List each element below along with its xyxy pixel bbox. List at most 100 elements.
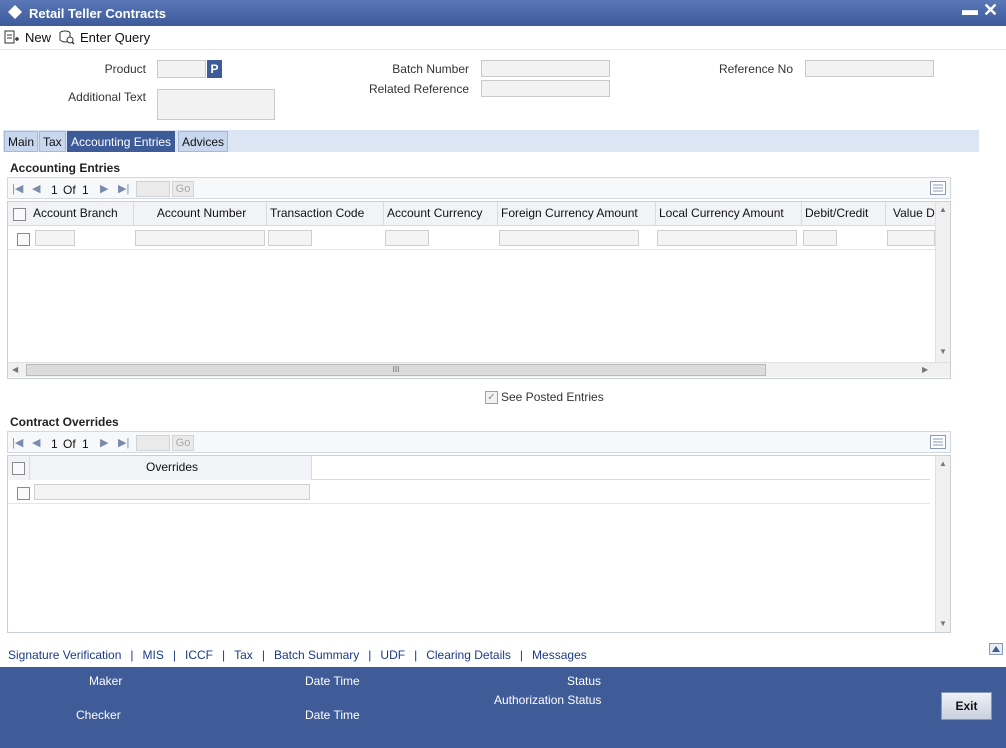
tab-tax[interactable]: Tax [39, 131, 66, 152]
grid-header: Account Branch Account Number Transactio… [8, 202, 935, 226]
select-all-checkbox[interactable] [13, 208, 26, 221]
page-number-input[interactable] [136, 181, 170, 197]
col-debit-credit[interactable]: Debit/Credit [802, 202, 886, 226]
batch-number-input[interactable] [481, 60, 610, 77]
select-all-checkbox[interactable] [12, 462, 25, 475]
additional-text-label: Additional Text [68, 90, 146, 104]
table-row [8, 480, 930, 504]
scroll-left-icon[interactable]: ◀ [12, 365, 18, 374]
col-account-currency[interactable]: Account Currency [384, 202, 498, 226]
link-mis[interactable]: MIS [143, 648, 164, 662]
col-overrides[interactable]: Overrides [30, 456, 312, 480]
link-iccf[interactable]: ICCF [185, 648, 213, 662]
accounting-pager: |◀ ◀ 1 Of 1 ▶ ▶| Go [7, 177, 951, 199]
minimize-icon[interactable]: ▬ [962, 2, 978, 20]
local-amount-cell[interactable] [657, 230, 797, 246]
grid-view-icon[interactable] [930, 435, 946, 449]
collapse-up-icon[interactable] [989, 643, 1003, 655]
account-number-cell[interactable] [135, 230, 265, 246]
link-signature-verification[interactable]: Signature Verification [8, 648, 121, 662]
debit-credit-cell[interactable] [803, 230, 837, 246]
col-account-branch[interactable]: Account Branch [30, 202, 134, 226]
prev-page-icon[interactable]: ◀ [32, 182, 40, 195]
horizontal-scrollbar[interactable]: ◀ III ▶ [8, 362, 950, 377]
audit-footer: Maker Date Time Status Authorization Sta… [0, 667, 1006, 748]
col-transaction-code[interactable]: Transaction Code [267, 202, 384, 226]
contract-overrides-grid: Overrides ▲ ▼ [7, 455, 951, 633]
checker-label: Checker [76, 708, 121, 722]
product-label: Product [104, 62, 146, 76]
next-page-icon[interactable]: ▶ [100, 436, 108, 449]
vertical-scrollbar[interactable]: ▲ ▼ [935, 202, 950, 362]
foreign-amount-cell[interactable] [499, 230, 639, 246]
account-branch-cell[interactable] [35, 230, 75, 246]
link-batch-summary[interactable]: Batch Summary [274, 648, 359, 662]
separator: | [261, 648, 265, 662]
pager-total: 1 [82, 437, 89, 451]
batch-number-label: Batch Number [392, 62, 469, 76]
link-messages[interactable]: Messages [532, 648, 587, 662]
related-reference-input[interactable] [481, 80, 610, 97]
tab-strip: Main Tax Accounting Entries Advices [3, 130, 979, 152]
see-posted-entries-checkbox[interactable]: ✓ [485, 391, 498, 404]
grid-view-icon[interactable] [930, 181, 946, 195]
link-clearing-details[interactable]: Clearing Details [426, 648, 511, 662]
scroll-up-icon[interactable]: ▲ [939, 459, 947, 468]
go-button[interactable]: Go [172, 181, 194, 197]
scroll-down-icon[interactable]: ▼ [939, 347, 947, 356]
col-local-currency-amount[interactable]: Local Currency Amount [656, 202, 802, 226]
next-page-icon[interactable]: ▶ [100, 182, 108, 195]
separator: | [519, 648, 524, 662]
page-number-input[interactable] [136, 435, 170, 451]
product-lov-button[interactable]: P [207, 60, 222, 78]
last-page-icon[interactable]: ▶| [118, 436, 129, 449]
new-document-icon [4, 30, 19, 43]
col-value-date[interactable]: Value D [886, 202, 935, 226]
scroll-right-icon[interactable]: ▶ [922, 365, 928, 374]
additional-text-input[interactable] [157, 89, 275, 120]
link-udf[interactable]: UDF [380, 648, 405, 662]
new-button[interactable]: New [4, 28, 51, 46]
scroll-down-icon[interactable]: ▼ [939, 619, 947, 628]
prev-page-icon[interactable]: ◀ [32, 436, 40, 449]
reference-no-input[interactable] [805, 60, 934, 77]
last-page-icon[interactable]: ▶| [118, 182, 129, 195]
value-date-cell[interactable] [887, 230, 935, 246]
scroll-up-icon[interactable]: ▲ [939, 205, 947, 214]
accounting-entries-grid: Account Branch Account Number Transactio… [7, 201, 951, 379]
close-icon[interactable]: ✕ [983, 0, 998, 21]
override-cell[interactable] [34, 484, 310, 500]
link-tax[interactable]: Tax [234, 648, 253, 662]
horizontal-scroll-thumb[interactable]: III [26, 364, 766, 376]
col-foreign-currency-amount[interactable]: Foreign Currency Amount [498, 202, 656, 226]
col-account-number[interactable]: Account Number [134, 202, 267, 226]
scroll-grip: III [392, 365, 400, 374]
product-input[interactable] [157, 60, 206, 78]
separator: | [172, 648, 176, 662]
reference-no-label: Reference No [718, 62, 793, 76]
enter-query-button[interactable]: Enter Query [59, 28, 150, 46]
pager-total: 1 [82, 183, 89, 197]
exit-button[interactable]: Exit [941, 692, 992, 720]
account-currency-cell[interactable] [385, 230, 429, 246]
tab-advices[interactable]: Advices [178, 131, 229, 152]
go-button[interactable]: Go [172, 435, 194, 451]
window-title: Retail Teller Contracts [29, 6, 167, 21]
row-checkbox[interactable] [17, 233, 30, 246]
first-page-icon[interactable]: |◀ [12, 182, 23, 195]
transaction-code-cell[interactable] [268, 230, 312, 246]
tab-accounting-entries[interactable]: Accounting Entries [67, 131, 176, 152]
pager-current: 1 [51, 183, 58, 197]
toolbar: New Enter Query [0, 26, 1006, 50]
separator: | [222, 648, 226, 662]
tab-main[interactable]: Main [4, 131, 39, 152]
link-bar: Signature Verification | MIS | ICCF | Tax | Batc… [8, 648, 587, 662]
select-all-cell [8, 456, 30, 480]
see-posted-entries-label: See Posted Entries [501, 390, 604, 404]
contract-overrides-title: Contract Overrides [10, 415, 119, 429]
vertical-scrollbar[interactable]: ▲ ▼ [935, 456, 950, 632]
enter-query-label: Enter Query [80, 29, 151, 45]
row-checkbox[interactable] [17, 487, 30, 500]
first-page-icon[interactable]: |◀ [12, 436, 23, 449]
checker-date-time-label: Date Time [305, 708, 360, 722]
